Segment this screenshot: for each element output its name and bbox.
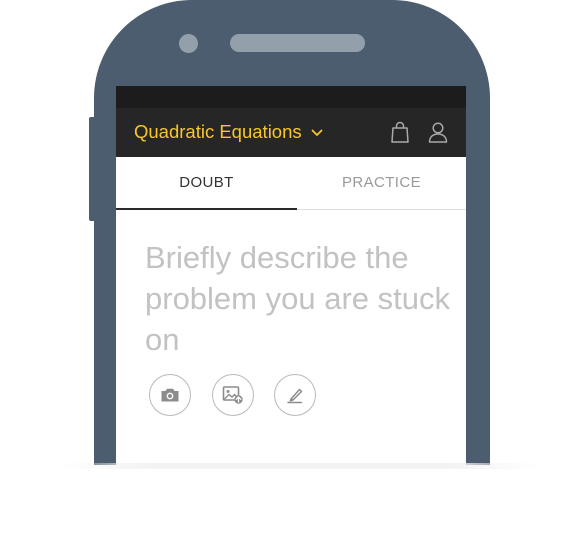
tab-doubt[interactable]: DOUBT xyxy=(116,157,297,209)
pen-icon xyxy=(287,388,303,404)
phone-screen: Quadratic Equations DOUBT PRACTICE Brief… xyxy=(116,86,466,465)
shopping-bag-icon[interactable] xyxy=(390,121,410,143)
camera-button[interactable] xyxy=(149,374,191,416)
active-tab-indicator xyxy=(116,208,297,210)
image-upload-icon xyxy=(222,386,243,404)
doubt-input[interactable]: Briefly describe the problem you are stu… xyxy=(145,237,455,360)
image-upload-button[interactable] xyxy=(212,374,254,416)
chevron-down-icon xyxy=(311,129,323,136)
phone-speaker xyxy=(230,34,365,52)
draw-button[interactable] xyxy=(274,374,316,416)
app-bar: Quadratic Equations xyxy=(116,108,466,157)
chapter-title: Quadratic Equations xyxy=(134,121,302,142)
stage: Quadratic Equations DOUBT PRACTICE Brief… xyxy=(0,0,574,537)
tab-practice[interactable]: PRACTICE xyxy=(297,157,466,209)
ground xyxy=(0,465,574,537)
front-camera xyxy=(179,34,198,53)
chapter-selector[interactable]: Quadratic Equations xyxy=(134,120,323,144)
user-icon[interactable] xyxy=(427,121,449,143)
camera-icon xyxy=(161,388,179,402)
status-bar xyxy=(116,86,466,108)
ground-shadow xyxy=(60,463,540,469)
tab-bar: DOUBT PRACTICE xyxy=(116,157,466,210)
